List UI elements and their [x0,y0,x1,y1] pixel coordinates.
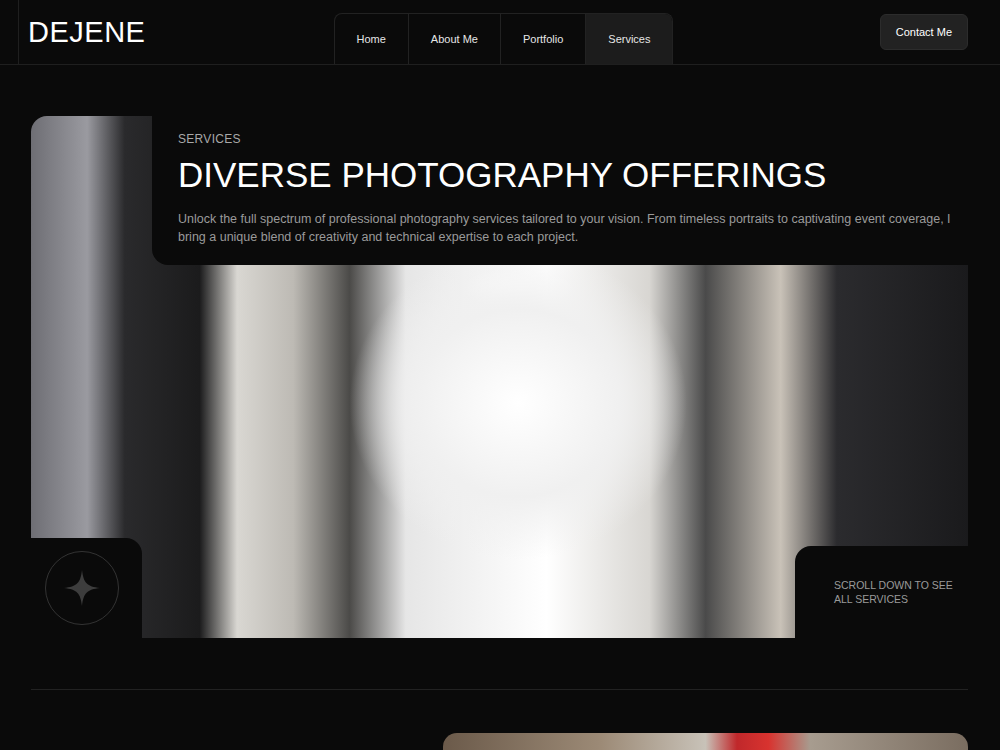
nav-item[interactable]: Services [586,14,672,64]
section-label: SERVICES [178,132,968,146]
header-actions: Contact Me [673,0,968,64]
scroll-hint-box: SCROLL DOWN TO SEE ALL SERVICES [795,546,968,638]
nav-item[interactable]: Portfolio [501,14,586,64]
header: DEJENE HomeAbout MePortfolioServices Conta… [0,0,1000,65]
nav-item[interactable]: Home [335,14,409,64]
page: DEJENE HomeAbout MePortfolioServices Conta… [0,0,1000,750]
intro: SERVICES DIVERSE PHOTOGRAPHY OFFERINGS Unl… [152,116,968,265]
next-section [31,733,968,750]
main: SERVICES DIVERSE PHOTOGRAPHY OFFERINGS Unl… [0,65,1000,750]
logo[interactable]: DEJENE [28,16,145,49]
nav: HomeAbout MePortfolioServices [334,13,674,64]
section-title: DIVERSE PHOTOGRAPHY OFFERINGS [178,154,968,196]
brand: DEJENE [18,0,313,64]
star-badge [45,551,119,625]
divider [31,689,968,690]
nav-item[interactable]: About Me [409,14,501,64]
contact-button[interactable]: Contact Me [880,14,968,50]
scroll-hint: SCROLL DOWN TO SEE ALL SERVICES [834,578,956,606]
service-photo [443,733,968,750]
hero: SERVICES DIVERSE PHOTOGRAPHY OFFERINGS Unl… [31,116,968,638]
star-icon [62,568,102,608]
section-description: Unlock the full spectrum of professional… [178,210,968,246]
star-box [31,538,142,638]
